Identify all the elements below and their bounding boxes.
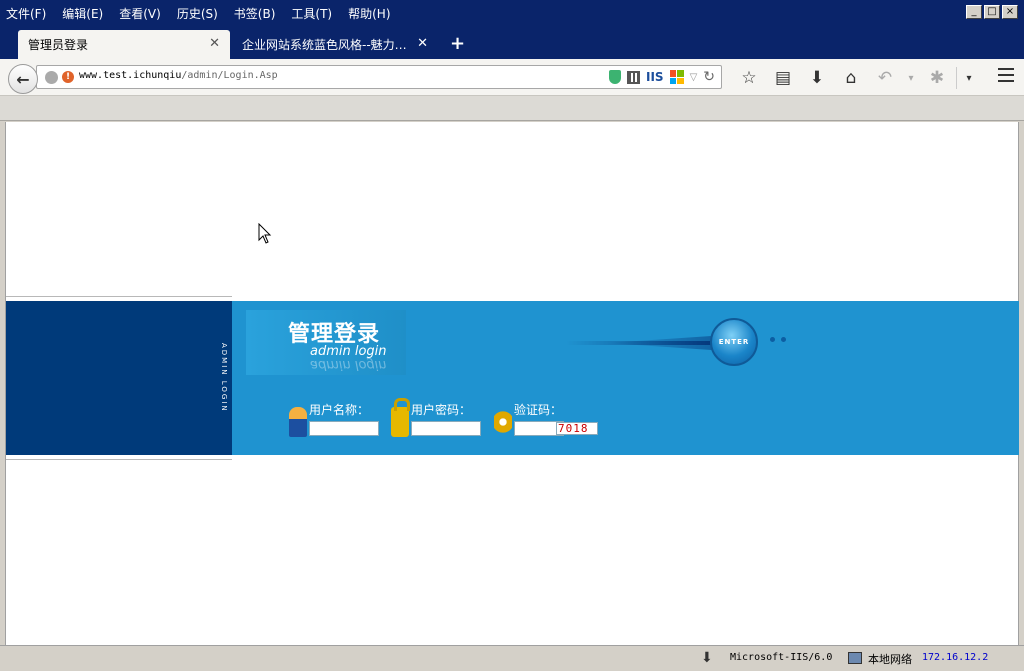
shield-icon[interactable] [608, 70, 621, 84]
hamburger-menu-icon[interactable] [998, 68, 1014, 82]
tab-label: 企业网站系统蓝色风格--魅力… [242, 38, 407, 52]
undo-dropdown-icon[interactable]: ▾ [902, 73, 920, 84]
navigation-bar: ! www.test.ichunqiu/admin/Login.Asp IIS … [0, 59, 1024, 96]
lock-icon [391, 398, 410, 437]
menu-bookmarks[interactable]: 书签(B) [234, 5, 276, 22]
url-host: www.test.ichunqiu [79, 70, 182, 81]
page-content: ADMIN LOGIN 管理登录 admin login admin login… [5, 122, 1019, 645]
divider-top [6, 296, 232, 297]
globe-icon [45, 71, 58, 84]
tab-label: 管理员登录 [28, 38, 89, 52]
close-tab-icon[interactable]: ✕ [417, 36, 428, 51]
undo-icon[interactable]: ↶ [868, 68, 902, 88]
close-tab-icon[interactable]: ✕ [209, 36, 220, 51]
divider-bottom [6, 459, 232, 460]
window-controls: _ □ × [966, 5, 1018, 19]
reading-list-icon[interactable]: ▤ [766, 68, 800, 88]
addon-dropdown-icon[interactable]: ▾ [959, 73, 979, 84]
tab-company-site[interactable]: 企业网站系统蓝色风格--魅力… ✕ [232, 30, 438, 59]
enter-beam [566, 341, 726, 345]
captcha-label: 验证码： [514, 403, 563, 417]
dropdown-icon[interactable]: ▽ [690, 72, 698, 83]
maximize-button[interactable]: □ [984, 5, 1000, 19]
menu-tools[interactable]: 工具(T) [291, 5, 332, 22]
menu-file[interactable]: 文件(F) [6, 5, 46, 22]
browser-window: 文件(F) 编辑(E) 查看(V) 历史(S) 书签(B) 工具(T) 帮助(H… [0, 0, 1024, 671]
enter-dots [770, 337, 786, 342]
username-label: 用户名称： [309, 403, 370, 417]
enter-button[interactable]: ENTER [710, 318, 758, 366]
download-icon[interactable]: ⬇ [800, 68, 834, 88]
captcha-digit: 7018 [558, 422, 589, 435]
iis-icon[interactable]: IIS [646, 70, 664, 84]
menu-edit[interactable]: 编辑(E) [62, 5, 103, 22]
warning-icon[interactable]: ! [62, 71, 74, 83]
tab-strip: 管理员登录 ✕ 企业网站系统蓝色风格--魅力… ✕ + [0, 27, 1024, 59]
windows-logo-icon[interactable] [669, 70, 684, 84]
password-input[interactable] [411, 421, 481, 436]
network-icon [848, 652, 862, 664]
tab-admin-login[interactable]: 管理员登录 ✕ [18, 30, 230, 59]
login-banner: ADMIN LOGIN 管理登录 admin login admin login… [6, 301, 1019, 455]
url-text[interactable]: www.test.ichunqiu/admin/Login.Asp [79, 70, 278, 81]
qr-code-icon[interactable] [626, 70, 640, 84]
bookmark-star-icon[interactable]: ☆ [732, 68, 766, 88]
server-info: Microsoft-IIS/6.0 [730, 652, 833, 663]
login-title-box: 管理登录 admin login admin login [246, 310, 406, 375]
menu-history[interactable]: 历史(S) [177, 5, 218, 22]
captcha-image[interactable]: 7018 [556, 422, 598, 435]
close-window-button[interactable]: × [1002, 5, 1018, 19]
address-bar[interactable]: ! www.test.ichunqiu/admin/Login.Asp IIS … [36, 65, 722, 89]
login-subtitle-reflection: admin login [310, 357, 387, 372]
admin-login-vertical-text: ADMIN LOGIN [216, 301, 232, 455]
back-arrow-icon: ← [16, 69, 30, 89]
home-icon[interactable]: ⌂ [834, 68, 868, 88]
back-button[interactable]: ← [8, 64, 38, 94]
banner-left-panel [6, 301, 232, 455]
minimize-button[interactable]: _ [966, 5, 982, 19]
gear-icon [494, 407, 512, 437]
password-label: 用户密码： [411, 403, 472, 417]
menu-view[interactable]: 查看(V) [119, 5, 161, 22]
network-label: 本地网络 [868, 653, 912, 666]
ip-address: 172.16.12.2 [922, 652, 989, 663]
download-status-icon[interactable]: ⬇ [701, 650, 713, 666]
status-bar: ⬇ Microsoft-IIS/6.0 本地网络 172.16.12.2 [0, 645, 1024, 671]
mouse-cursor-icon [258, 223, 272, 244]
toolbar: ☆ ▤ ⬇ ⌂ ↶ ▾ ✱ ▾ [732, 67, 979, 89]
url-path: /admin/Login.Asp [181, 70, 278, 81]
user-icon [289, 407, 307, 437]
address-bar-icons: IIS ▽ ↻ [608, 69, 715, 85]
addon-icon[interactable]: ✱ [920, 68, 954, 88]
bookmarks-toolbar [0, 96, 1024, 121]
new-tab-button[interactable]: + [450, 33, 465, 54]
menu-help[interactable]: 帮助(H) [348, 5, 390, 22]
menu-bar: 文件(F) 编辑(E) 查看(V) 历史(S) 书签(B) 工具(T) 帮助(H… [0, 0, 1024, 27]
username-input[interactable] [309, 421, 379, 436]
toolbar-separator [956, 67, 957, 89]
reload-icon[interactable]: ↻ [703, 69, 715, 85]
